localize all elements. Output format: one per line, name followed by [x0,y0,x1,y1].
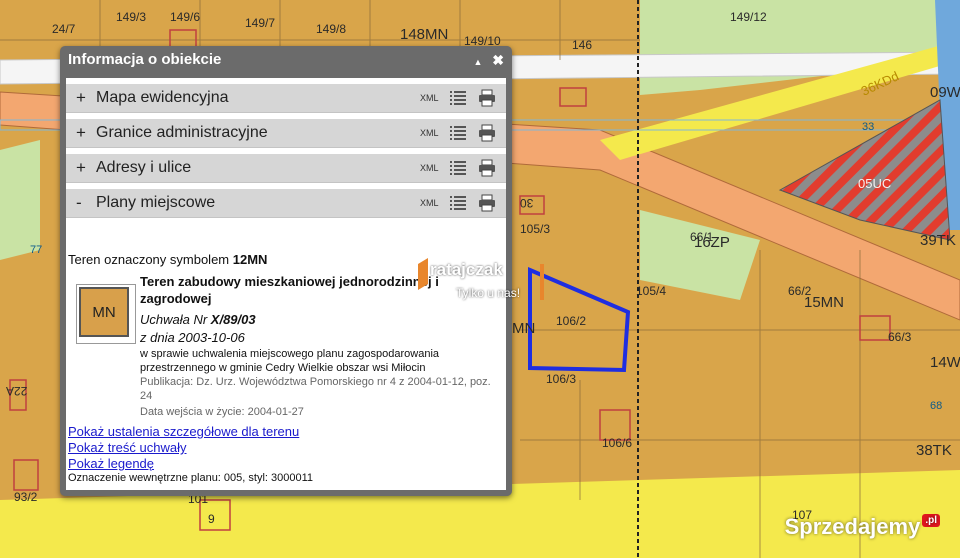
map-label-zone: 38TK [916,442,952,459]
resolution-line: Uchwała Nr X/89/03 [140,312,256,327]
link-resolution-text[interactable]: Pokaż treść uchwały [68,440,187,455]
collapse-icon[interactable]: ▲ [473,57,482,67]
xml-export-button[interactable]: XML [420,128,439,138]
map-label-zone: 39TK [920,232,956,249]
print-icon[interactable] [478,124,496,142]
brand-name: Sprzedajemy [784,514,921,539]
map-label-parcel: 105/3 [520,222,551,236]
section-title[interactable]: Adresy i ulice [96,159,191,177]
panel-title: Informacja o obiekcie [68,51,222,68]
map-label-parcel: 149/3 [116,10,147,24]
resolution-desc-2: przestrzennego w gminie Cedry Wielkie ob… [140,362,426,374]
map-label-parcel: 77 [30,244,43,256]
map-label-parcel: 66/3 [888,330,912,344]
zone-legend-label: MN [79,287,129,337]
zone-heading-2: zagrodowej [140,291,212,306]
map-label-parcel: 93/2 [14,490,38,504]
map-label-parcel: 30 [520,196,534,210]
list-icon[interactable] [450,160,466,176]
brand-suffix: .pl [922,514,940,527]
zone-symbol: 12MN [232,252,268,267]
section-row[interactable]: + Adresy i ulice XML [66,154,506,183]
xml-export-button[interactable]: XML [420,163,439,173]
zone-legend-swatch: MN [76,284,136,344]
section-title[interactable]: Plany miejscowe [96,194,215,212]
internal-plan-id: Oznaczenie wewnętrzne planu: 005, styl: … [68,472,314,484]
resolution-desc-1: w sprawie uchwalenia miejscowego planu z… [140,348,440,360]
section-title[interactable]: Granice administracyjne [96,124,268,142]
expand-toggle-icon[interactable]: + [76,158,86,178]
map-label-zone: 05UC [858,176,892,191]
map-label-parcel: 149/12 [730,10,767,24]
link-legend[interactable]: Pokaż legendę [68,456,154,471]
list-icon[interactable] [450,195,466,211]
expand-toggle-icon[interactable]: + [76,88,86,108]
watermark-tagline: Tylko u nas! [456,286,521,300]
publication-2: 24 [140,390,153,402]
map-label-zone: 15MN [804,294,845,311]
print-icon[interactable] [478,89,496,107]
map-label-parcel: 149/8 [316,22,347,36]
section-row[interactable]: - Plany miejscowe XML [66,189,506,218]
sprzedajemy-watermark: Sprzedajemy .pl [785,514,940,540]
section-row[interactable]: + Granice administracyjne XML [66,119,506,148]
map-label-parcel: 22A [6,384,28,398]
section-row[interactable]: + Mapa ewidencyjna XML [66,84,506,113]
effective-date: Data wejścia w życie: 2004-01-27 [140,406,304,418]
map-label-parcel: 106/2 [556,314,587,328]
list-icon[interactable] [450,90,466,106]
list-icon[interactable] [450,125,466,141]
xml-export-button[interactable]: XML [420,198,439,208]
map-label-parcel: 24/7 [52,22,76,36]
close-icon[interactable]: ✖ [492,52,504,68]
xml-export-button[interactable]: XML [420,93,439,103]
map-label-zone: 148MN [400,26,449,43]
map-label-parcel: 105/4 [636,284,667,298]
map-label-zone: 09W [930,84,960,101]
symbol-line: Teren oznaczony symbolem 12MN [68,252,267,267]
resolution-prefix: Uchwała Nr [140,312,211,327]
print-icon[interactable] [478,159,496,177]
watermark-name: ratajczak [430,260,503,279]
map-label-zone: 16ZP [694,234,730,251]
map-label-parcel: 106/3 [546,372,577,386]
map-label-zone: MN [512,320,536,337]
resolution-number: X/89/03 [210,312,256,327]
map-label-zone: 14W [930,354,960,371]
map-label-parcel: 149/7 [245,16,276,30]
map-label-parcel: 149/6 [170,10,201,24]
section-title[interactable]: Mapa ewidencyjna [96,89,229,107]
ratajczak-watermark: ratajczak Tylko u nas! [414,258,548,304]
resolution-date: z dnia 2003-10-06 [140,330,245,345]
map-label-parcel: 9 [208,512,215,526]
symbol-prefix: Teren oznaczony symbolem [68,252,233,267]
expand-toggle-icon[interactable]: + [76,123,86,143]
map-label-parcel: 106/6 [602,436,633,450]
link-detailed-provisions[interactable]: Pokaż ustalenia szczegółowe dla terenu [68,424,299,439]
zone-heading-1: Teren zabudowy mieszkaniowej jednorodzin… [140,274,439,289]
print-icon[interactable] [478,194,496,212]
expand-toggle-icon[interactable]: - [76,193,82,213]
map-label-parcel: 33 [862,121,875,133]
publication-1: Publikacja: Dz. Urz. Województwa Pomorsk… [140,376,491,388]
panel-header[interactable]: Informacja o obiekcie ▲ ✖ [60,46,512,74]
map-label-parcel: 68 [930,400,943,412]
map-label-parcel: 146 [572,38,593,52]
